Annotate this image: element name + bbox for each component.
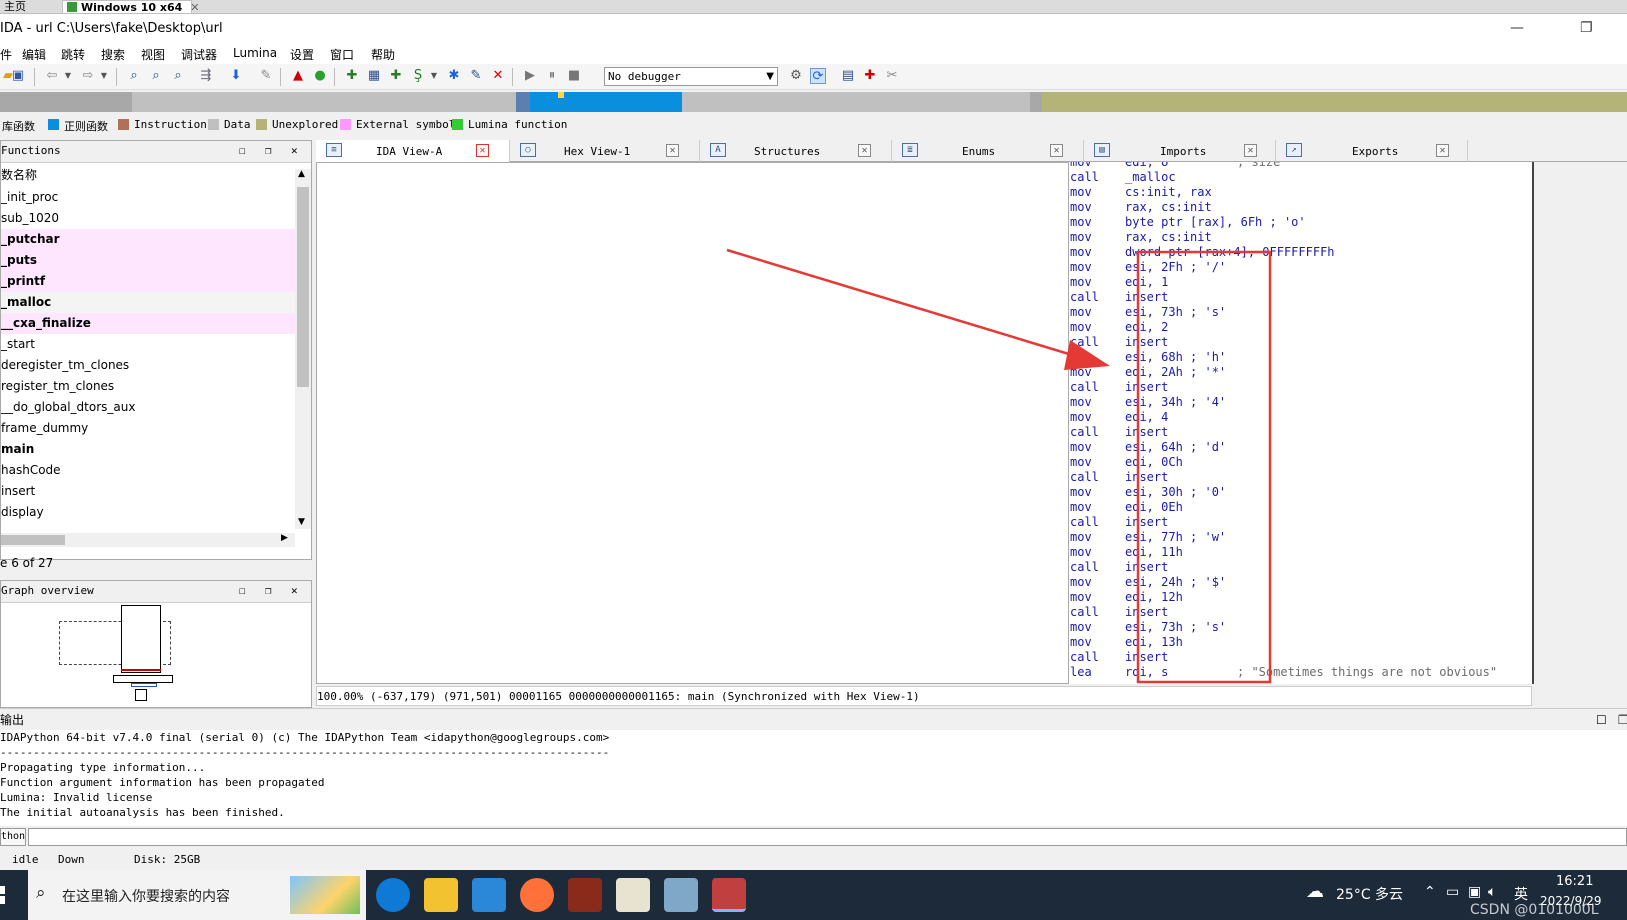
- annotation-arrow-head-icon: [1064, 340, 1110, 370]
- output-line: Function argument information has been p…: [0, 776, 325, 789]
- autoanalysis-state: idle: [12, 853, 39, 866]
- ida-icon[interactable]: [568, 878, 602, 912]
- clock-time[interactable]: 16:21: [1556, 874, 1593, 889]
- python-command-bar: thon: [0, 826, 1627, 848]
- weather-text[interactable]: 25°C 多云: [1336, 884, 1403, 904]
- chevron-up-icon[interactable]: ⌃: [1424, 884, 1436, 900]
- active-app-icon[interactable]: [712, 878, 746, 912]
- annotation-arrow-line: [726, 248, 1083, 360]
- output-window-title: 输出 ☐ ❐: [0, 708, 1627, 730]
- start-icon[interactable]: [0, 886, 12, 904]
- view-status-row: 100.00% (-637,179) (971,501) 00001165 00…: [316, 686, 1532, 706]
- csdn-watermark: CSDN @0101000L: [1470, 902, 1599, 918]
- notepad-icon[interactable]: [664, 878, 698, 912]
- output-line: ----------------------------------------…: [0, 746, 610, 759]
- float-icon[interactable]: ❐: [1618, 709, 1627, 731]
- file-explorer-icon[interactable]: [424, 878, 458, 912]
- ime-indicator[interactable]: 英: [1514, 884, 1528, 904]
- java-icon[interactable]: [616, 878, 650, 912]
- volume-icon[interactable]: 🔈︎: [1488, 884, 1496, 900]
- annotation-highlight-box: [1136, 250, 1272, 684]
- search-direction: Down: [58, 853, 85, 866]
- taskbar-search-box[interactable]: ⌕ 在这里输入你要搜索的内容: [28, 870, 366, 920]
- disk-space: Disk: 25GB: [134, 853, 201, 866]
- output-line: Propagating type information...: [0, 761, 206, 774]
- ida-status-bar: idle Down Disk: 25GB: [0, 850, 1627, 870]
- search-placeholder: 在这里输入你要搜索的内容: [62, 889, 230, 905]
- maximize-icon[interactable]: ☐: [1596, 709, 1607, 731]
- python-command-input[interactable]: [28, 828, 1627, 846]
- network-status-icon[interactable]: ▣: [1468, 884, 1481, 900]
- output-line: The initial autoanalysis has been finish…: [0, 806, 285, 819]
- search-highlight-image: [290, 876, 360, 914]
- output-line: Lumina: Invalid license: [0, 791, 153, 804]
- firefox-icon[interactable]: [520, 878, 554, 912]
- output-line: IDAPython 64-bit v7.4.0 final (serial 0)…: [0, 731, 610, 744]
- output-window[interactable]: IDAPython 64-bit v7.4.0 final (serial 0)…: [0, 730, 1627, 826]
- store-icon[interactable]: [472, 878, 506, 912]
- python-language-button[interactable]: thon: [0, 828, 26, 846]
- search-icon: ⌕: [36, 883, 46, 903]
- network-icon[interactable]: ▭: [1446, 884, 1459, 900]
- output-title: 输出: [0, 713, 25, 727]
- windows-taskbar: ⌕ 在这里输入你要搜索的内容 ☁ 25°C 多云 ⌃ ▭ ▣ 🔈︎ 英 16:2…: [0, 870, 1627, 920]
- weather-cloud-icon: ☁: [1306, 881, 1324, 902]
- edge-icon[interactable]: [376, 878, 410, 912]
